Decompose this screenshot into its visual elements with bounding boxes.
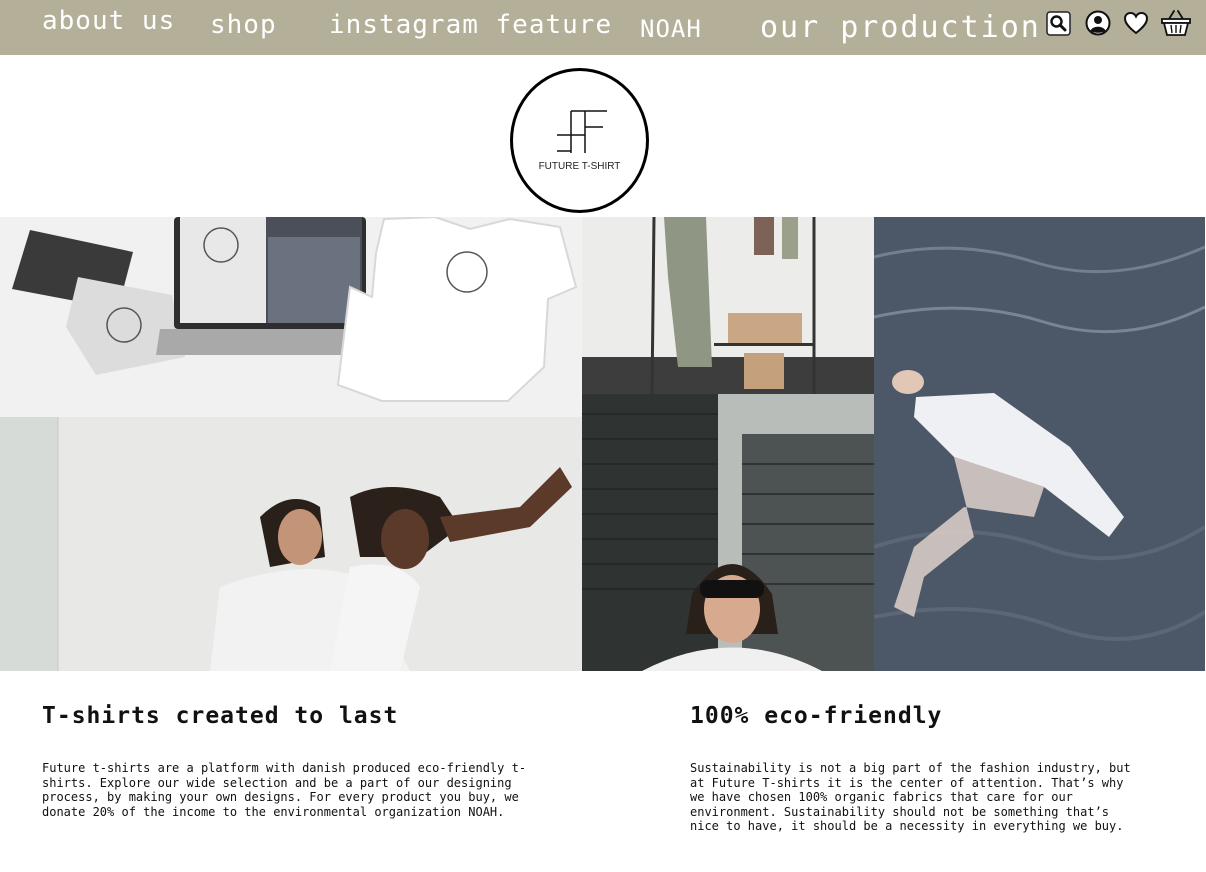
section-body-eco-friendly: Sustainability is not a big part of the … <box>690 761 1131 834</box>
account-icon[interactable] <box>1085 10 1111 40</box>
nav-link-about-us[interactable]: about us <box>42 6 175 36</box>
search-icon[interactable] <box>1046 11 1071 40</box>
section-body-created-to-last: Future t-shirts are a platform with dani… <box>42 761 527 819</box>
nav-link-our-production[interactable]: our production <box>760 10 1041 45</box>
brand-name: FUTURE T-SHIRT <box>538 161 621 172</box>
heart-icon[interactable] <box>1123 10 1149 40</box>
nav-link-shop[interactable]: shop <box>210 10 277 40</box>
photo-woman-floating-in-water <box>874 217 1205 671</box>
photo-clothing-rack <box>582 217 874 394</box>
nav-link-instagram-feature[interactable]: instagram feature <box>329 10 612 40</box>
basket-icon[interactable] <box>1160 8 1192 42</box>
section-title-eco-friendly: 100% eco-friendly <box>690 703 943 729</box>
brand-logo[interactable]: FUTURE T-SHIRT <box>510 68 649 213</box>
top-navigation-bar: about us shop instagram feature NOAH our… <box>0 0 1206 55</box>
nav-link-noah[interactable]: NOAH <box>640 15 702 43</box>
photo-brand-mockup <box>0 217 582 417</box>
section-title-created-to-last: T-shirts created to last <box>42 703 399 729</box>
photo-couple-embracing <box>0 417 582 671</box>
photo-woman-with-sunglasses <box>582 394 874 671</box>
ff-monogram-icon <box>557 110 607 153</box>
